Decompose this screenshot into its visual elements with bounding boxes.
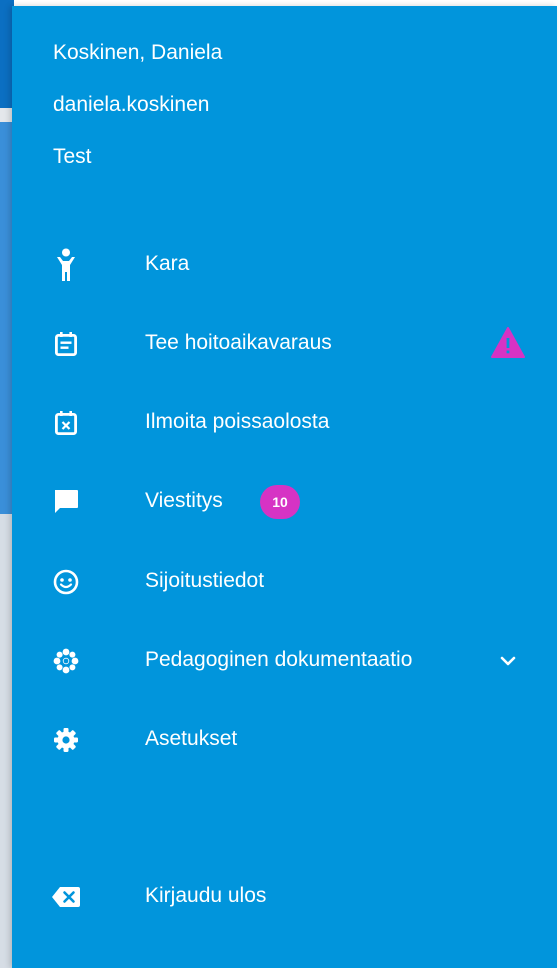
menu-item-label: Asetukset [145,727,238,750]
backspace-icon [48,879,84,915]
menu-item-label: Tee hoitoaikavaraus [145,331,332,354]
menu-item-report-absence[interactable]: Ilmoita poissaolosta [12,395,557,451]
logout-button[interactable]: Kirjaudu ulos [12,869,557,925]
menu-item-messages[interactable]: Viestitys 10 [12,474,557,530]
page: Koskinen, Daniela daniela.koskinen Test … [0,0,560,968]
chevron-down-icon[interactable] [498,651,518,671]
calendar-note-icon [48,326,84,362]
child-icon [48,247,84,283]
calendar-x-icon [48,405,84,441]
unread-count-badge: 10 [260,485,300,519]
warning-icon [490,326,526,360]
snowflake-icon [48,643,84,679]
menu-item-make-reservation[interactable]: Tee hoitoaikavaraus [12,316,557,372]
menu-item-label: Kara [145,252,190,275]
menu-list: Kara Tee hoitoaikavaraus Ilmoita poissao… [12,6,557,968]
menu-item-child-kara[interactable]: Kara [12,237,557,293]
menu-item-label: Ilmoita poissaolosta [145,410,330,433]
gear-icon [48,722,84,758]
menu-item-label: Pedagoginen dokumentaatio [145,648,413,671]
menu-item-label: Viestitys [145,489,223,512]
smiley-icon [48,564,84,600]
chat-icon [48,484,84,520]
logout-label: Kirjaudu ulos [145,884,267,907]
side-menu-drawer: Koskinen, Daniela daniela.koskinen Test … [12,6,557,968]
menu-item-pedagogical-documentation[interactable]: Pedagoginen dokumentaatio [12,633,557,689]
menu-item-label: Sijoitustiedot [145,569,265,592]
menu-item-settings[interactable]: Asetukset [12,712,557,768]
menu-item-placement-info[interactable]: Sijoitustiedot [12,554,557,610]
